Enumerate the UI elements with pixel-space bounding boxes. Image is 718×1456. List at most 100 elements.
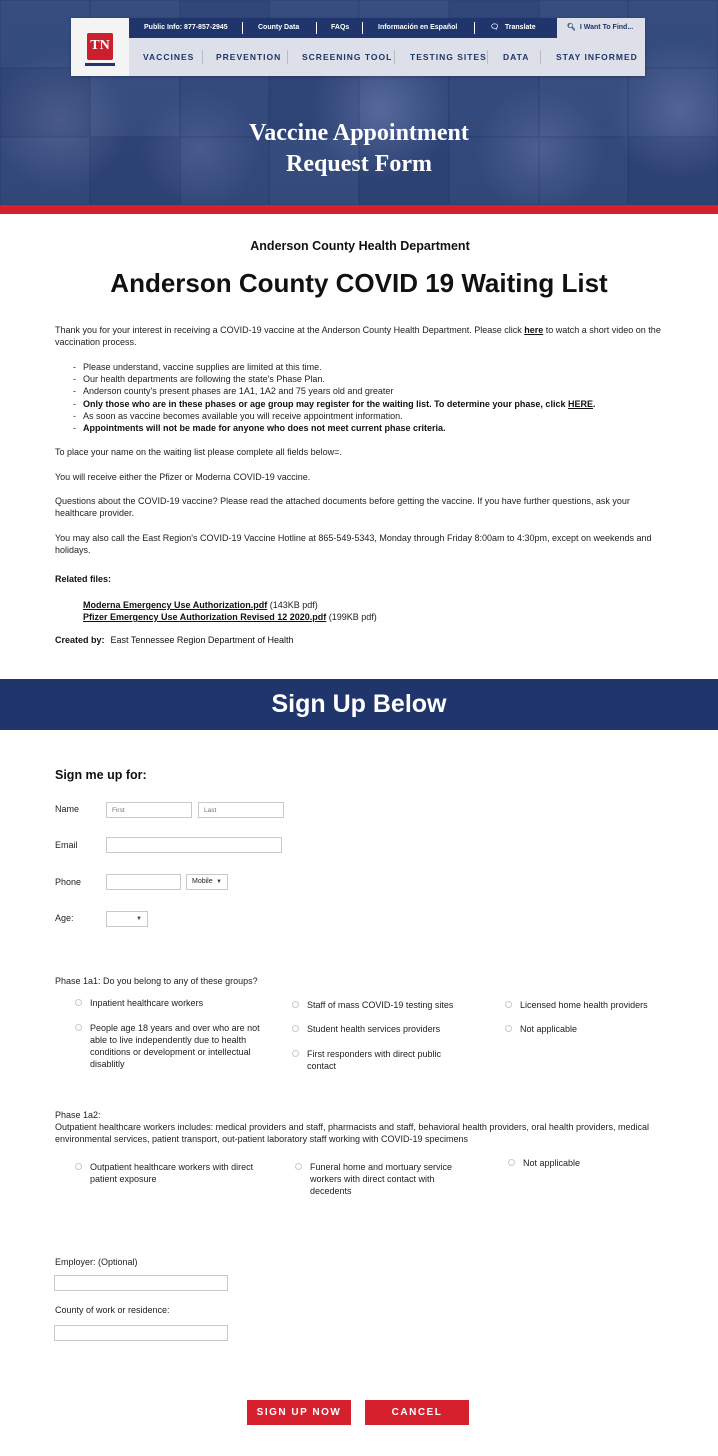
phase-1a1-option[interactable]: Not applicable bbox=[505, 1023, 675, 1035]
phase-1a1-option[interactable]: Inpatient healthcare workers bbox=[75, 997, 265, 1009]
hero-banner: TN Public Info: 877-857-2945 County Data… bbox=[0, 0, 718, 205]
county-data-link[interactable]: County Data bbox=[258, 18, 299, 38]
form-heading: Sign me up for: bbox=[55, 768, 147, 782]
sign-up-banner: Sign Up Below bbox=[0, 679, 718, 730]
intro-text-1: Thank you for your interest in receiving… bbox=[55, 325, 525, 335]
i-want-to-find-search[interactable]: 🔍︎ I Want To Find... bbox=[557, 18, 645, 38]
radio-button[interactable] bbox=[292, 1025, 299, 1032]
chevron-down-icon: ▼ bbox=[136, 916, 142, 922]
nav-stay-informed[interactable]: STAY INFORMED bbox=[556, 38, 638, 76]
employer-input[interactable] bbox=[54, 1275, 228, 1291]
phase-1a1-option[interactable]: Licensed home health providers bbox=[505, 999, 675, 1011]
radio-button[interactable] bbox=[75, 1024, 82, 1031]
option-label: Student health services providers bbox=[307, 1024, 441, 1034]
county-input[interactable] bbox=[54, 1325, 228, 1341]
nav-screening-tool[interactable]: SCREENING TOOL bbox=[302, 38, 392, 76]
first-name-input[interactable] bbox=[106, 802, 192, 818]
age-select[interactable]: ▼ bbox=[106, 911, 148, 927]
chevron-down-icon: ▼ bbox=[216, 879, 222, 885]
phase-1a1-option[interactable]: People age 18 years and over who are not… bbox=[75, 1022, 265, 1070]
phase-here-link[interactable]: HERE bbox=[568, 399, 593, 409]
nav-testing-sites[interactable]: TESTING SITES bbox=[410, 38, 487, 76]
radio-button[interactable] bbox=[508, 1159, 515, 1166]
nav-prevention[interactable]: PREVENTION bbox=[216, 38, 281, 76]
search-label: I Want To Find... bbox=[579, 24, 634, 31]
list-item: Appointments will not be made for anyone… bbox=[73, 422, 673, 434]
translate-button[interactable]: 🗨 Translate bbox=[490, 18, 536, 38]
appointment-notice: Appointments will not be made for anyone… bbox=[83, 423, 446, 434]
questions-paragraph: Questions about the COVID-19 vaccine? Pl… bbox=[55, 496, 630, 518]
phase-notice-end: . bbox=[592, 398, 596, 409]
list-item: As soon as vaccine becomes available you… bbox=[73, 410, 673, 422]
last-name-input[interactable] bbox=[198, 802, 284, 818]
divider bbox=[487, 50, 488, 64]
divider bbox=[362, 22, 363, 34]
site-header: TN Public Info: 877-857-2945 County Data… bbox=[71, 18, 645, 76]
utility-bar: Public Info: 877-857-2945 County Data FA… bbox=[129, 18, 645, 38]
option-label: First responders with direct public cont… bbox=[307, 1049, 442, 1071]
nav-data[interactable]: DATA bbox=[503, 38, 529, 76]
created-by-label: Created by: bbox=[55, 635, 105, 645]
translate-label: Translate bbox=[504, 24, 536, 31]
department-name: Anderson County Health Department bbox=[250, 239, 470, 253]
phase-1a1-option[interactable]: Staff of mass COVID-19 testing sites bbox=[292, 999, 482, 1011]
radio-button[interactable] bbox=[505, 1001, 512, 1008]
phase-1a2-option[interactable]: Outpatient healthcare workers with direc… bbox=[75, 1161, 265, 1185]
waiting-list-title: Anderson County COVID 19 Waiting List bbox=[110, 268, 608, 298]
file-item: Moderna Emergency Use Authorization.pdf … bbox=[83, 599, 377, 611]
radio-button[interactable] bbox=[292, 1050, 299, 1057]
espanol-link[interactable]: Información en Español bbox=[378, 18, 457, 38]
radio-button[interactable] bbox=[295, 1163, 302, 1170]
page-title-line-1: Vaccine Appointment bbox=[249, 120, 469, 146]
phase-1a2-option[interactable]: Funeral home and mortuary service worker… bbox=[295, 1161, 475, 1197]
phone-input[interactable] bbox=[106, 874, 181, 890]
list-item: Only those who are in these phases or ag… bbox=[73, 398, 673, 410]
radio-button[interactable] bbox=[292, 1001, 299, 1008]
phase-1a1-option[interactable]: First responders with direct public cont… bbox=[292, 1048, 472, 1072]
tn-logo[interactable]: TN bbox=[71, 18, 129, 76]
divider bbox=[394, 50, 395, 64]
email-label: Email bbox=[55, 840, 78, 850]
page-title-line-2: Request Form bbox=[286, 151, 432, 177]
age-label: Age: bbox=[55, 913, 74, 923]
video-link[interactable]: here bbox=[524, 325, 543, 335]
radio-button[interactable] bbox=[505, 1025, 512, 1032]
nav-vaccines[interactable]: VACCINES bbox=[143, 38, 194, 76]
divider bbox=[287, 50, 288, 64]
phase-1a2-option[interactable]: Not applicable bbox=[508, 1157, 678, 1169]
public-info-link[interactable]: Public Info: 877-857-2945 bbox=[144, 18, 228, 38]
vaccine-type-paragraph: You will receive either the Pfizer or Mo… bbox=[55, 472, 311, 482]
file-size: (199KB pdf) bbox=[326, 612, 377, 622]
name-label: Name bbox=[55, 804, 80, 814]
divider bbox=[242, 22, 243, 34]
moderna-pdf-link[interactable]: Moderna Emergency Use Authorization.pdf bbox=[83, 600, 267, 610]
employer-label: Employer: (Optional) bbox=[55, 1257, 138, 1267]
phone-label: Phone bbox=[55, 877, 82, 887]
sign-up-now-button[interactable]: SIGN UP NOW bbox=[247, 1400, 351, 1425]
radio-button[interactable] bbox=[75, 1163, 82, 1170]
list-item: Please understand, vaccine supplies are … bbox=[73, 361, 673, 373]
option-label: Outpatient healthcare workers with direc… bbox=[90, 1162, 254, 1184]
option-label: Staff of mass COVID-19 testing sites bbox=[307, 1000, 454, 1010]
phase-1a1-question: Phase 1a1: Do you belong to any of these… bbox=[55, 976, 258, 986]
radio-button[interactable] bbox=[75, 999, 82, 1006]
intro-paragraph: Thank you for your interest in receiving… bbox=[55, 324, 665, 348]
pfizer-pdf-link[interactable]: Pfizer Emergency Use Authorization Revis… bbox=[83, 612, 326, 622]
page-title: Vaccine Appointment Request Form bbox=[0, 118, 718, 180]
phase-1a1-option[interactable]: Student health services providers bbox=[292, 1023, 482, 1035]
phone-type-select[interactable]: Mobile ▼ bbox=[186, 874, 228, 890]
translate-icon: 🗨 bbox=[490, 24, 499, 31]
tn-logo-badge: TN bbox=[87, 33, 113, 60]
hotline-paragraph: You may also call the East Region's COVI… bbox=[55, 533, 652, 555]
file-size: (143KB pdf) bbox=[267, 600, 318, 610]
accent-bar bbox=[0, 205, 718, 214]
divider bbox=[474, 22, 475, 34]
main-nav: VACCINES PREVENTION SCREENING TOOL TESTI… bbox=[129, 38, 645, 76]
option-label: People age 18 years and over who are not… bbox=[90, 1023, 260, 1069]
email-input[interactable] bbox=[106, 837, 282, 853]
divider bbox=[316, 22, 317, 34]
option-label: Inpatient healthcare workers bbox=[90, 998, 204, 1008]
faqs-link[interactable]: FAQs bbox=[331, 18, 349, 38]
cancel-button[interactable]: CANCEL bbox=[365, 1400, 469, 1425]
related-files-label: Related files: bbox=[55, 574, 112, 584]
